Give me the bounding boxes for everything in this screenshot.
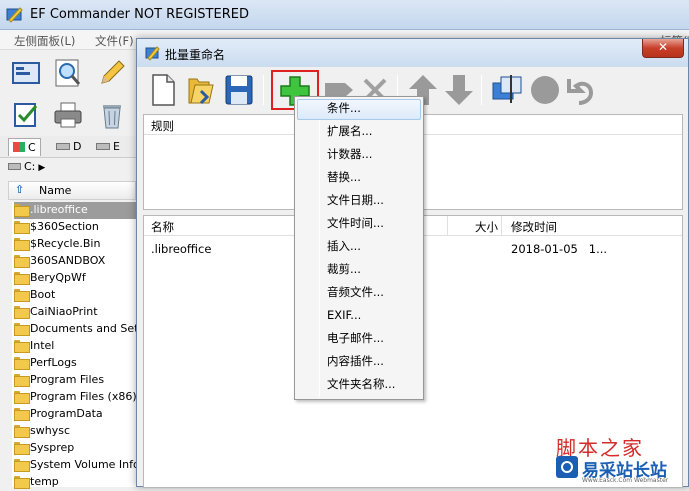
menu-file[interactable]: 文件(F) bbox=[95, 33, 134, 49]
list-item[interactable]: 360SANDBOX bbox=[14, 253, 136, 270]
folder-icon bbox=[14, 357, 30, 370]
drive-icon bbox=[56, 143, 70, 150]
toolbar-separator bbox=[481, 75, 482, 105]
folder-icon bbox=[14, 238, 30, 251]
path-bar[interactable]: C: ▶ bbox=[8, 160, 136, 178]
new-file-icon[interactable] bbox=[145, 71, 181, 109]
checklist-icon[interactable] bbox=[10, 99, 42, 131]
folder-icon bbox=[14, 459, 30, 472]
chevron-right-icon: ▶ bbox=[38, 163, 46, 173]
folder-icon bbox=[14, 408, 30, 421]
list-item[interactable]: Boot bbox=[14, 287, 136, 304]
watermark-url: Www.Easck.Com Webmaster bbox=[582, 477, 669, 484]
col-modified[interactable]: 修改时间 bbox=[511, 219, 557, 235]
folder-icon bbox=[14, 272, 30, 285]
menu-item-folder-name[interactable]: 文件夹名称... bbox=[297, 375, 421, 396]
list-item[interactable]: BeryQpWf bbox=[14, 270, 136, 287]
file-list: .libreoffice $360Section $Recycle.Bin 36… bbox=[12, 202, 136, 489]
drive-tab-d[interactable]: D bbox=[52, 138, 85, 156]
drive-tabs: C D E bbox=[0, 136, 140, 158]
dialog-title-bar: 批量重命名 ✕ bbox=[137, 39, 688, 67]
menu-item-exif[interactable]: EXIF... bbox=[297, 306, 421, 327]
edit-pencil-icon[interactable] bbox=[96, 57, 128, 89]
menu-item-condition[interactable]: 条件... bbox=[297, 99, 421, 120]
open-folder-icon[interactable] bbox=[183, 71, 219, 109]
folder-icon bbox=[14, 391, 30, 404]
folder-icon bbox=[14, 476, 30, 489]
printer-icon[interactable] bbox=[52, 99, 84, 131]
column-divider bbox=[447, 216, 448, 236]
list-item[interactable]: $Recycle.Bin bbox=[14, 236, 136, 253]
col-name[interactable]: 名称 bbox=[151, 219, 174, 235]
folder-icon bbox=[14, 442, 30, 455]
list-item[interactable]: System Volume Information bbox=[14, 457, 136, 474]
list-item[interactable]: $360Section bbox=[14, 219, 136, 236]
list-item[interactable]: Program Files bbox=[14, 372, 136, 389]
menu-item-trim[interactable]: 裁剪... bbox=[297, 260, 421, 281]
app-icon bbox=[6, 7, 23, 23]
folder-icon bbox=[14, 289, 30, 302]
recycle-bin-icon[interactable] bbox=[96, 99, 128, 131]
folder-icon bbox=[14, 204, 30, 217]
row-name: .libreoffice bbox=[151, 242, 212, 256]
row-modified: 2018-01-05 1... bbox=[511, 242, 608, 256]
menu-left-panel[interactable]: 左侧面板(L) bbox=[14, 33, 75, 49]
menu-item-replace[interactable]: 替换... bbox=[297, 168, 421, 189]
drive-tab-e[interactable]: E bbox=[92, 138, 124, 156]
list-item[interactable]: Program Files (x86) bbox=[14, 389, 136, 406]
list-item[interactable]: Documents and Settings bbox=[14, 321, 136, 338]
list-item[interactable]: swhysc bbox=[14, 423, 136, 440]
column-divider bbox=[501, 216, 502, 236]
record-circle-icon[interactable] bbox=[527, 71, 563, 109]
close-button[interactable]: ✕ bbox=[642, 39, 684, 58]
list-item[interactable]: temp bbox=[14, 474, 136, 491]
menu-item-extension[interactable]: 扩展名... bbox=[297, 122, 421, 143]
search-icon[interactable] bbox=[52, 57, 84, 89]
list-item[interactable]: Intel bbox=[14, 338, 136, 355]
folder-icon bbox=[14, 374, 30, 387]
folder-icon bbox=[14, 425, 30, 438]
drive-tab-c[interactable]: C bbox=[8, 138, 41, 156]
folder-icon bbox=[14, 221, 30, 234]
menu-item-audio-file[interactable]: 音频文件... bbox=[297, 283, 421, 304]
undo-icon[interactable] bbox=[563, 71, 599, 109]
toolbar-separator bbox=[263, 75, 264, 105]
list-item[interactable]: Sysprep bbox=[14, 440, 136, 457]
folder-icon bbox=[14, 306, 30, 319]
panel-view-icon[interactable] bbox=[10, 57, 42, 89]
main-title-bar: EF Commander NOT REGISTERED bbox=[0, 0, 689, 30]
rename-pen-icon bbox=[145, 46, 160, 61]
list-item[interactable]: .libreoffice bbox=[14, 202, 136, 219]
menu-item-email[interactable]: 电子邮件... bbox=[297, 329, 421, 350]
watermark-logo-icon bbox=[556, 456, 578, 478]
main-title: EF Commander NOT REGISTERED bbox=[30, 7, 249, 22]
windows-drive-icon bbox=[13, 142, 25, 152]
folder-icon bbox=[14, 255, 30, 268]
folder-shortcut-icon bbox=[14, 323, 30, 336]
menu-item-content-plugin[interactable]: 内容插件... bbox=[297, 352, 421, 373]
col-size[interactable]: 大小 bbox=[475, 219, 498, 235]
add-rule-menu: 条件... 扩展名... 计数器... 替换... 文件日期... 文件时间..… bbox=[294, 96, 424, 400]
menu-item-file-time[interactable]: 文件时间... bbox=[297, 214, 421, 235]
list-item[interactable]: ProgramData bbox=[14, 406, 136, 423]
drive-icon bbox=[96, 143, 110, 150]
preview-icon[interactable] bbox=[489, 71, 525, 109]
menu-item-counter[interactable]: 计数器... bbox=[297, 145, 421, 166]
up-arrow-icon[interactable]: ⇧ bbox=[15, 183, 24, 196]
drive-icon bbox=[8, 163, 21, 170]
list-item[interactable]: PerfLogs bbox=[14, 355, 136, 372]
list-item[interactable]: CaiNiaoPrint bbox=[14, 304, 136, 321]
dialog-title: 批量重命名 bbox=[165, 48, 226, 62]
name-column-header[interactable]: ⇧ Name bbox=[8, 181, 136, 200]
menu-item-file-date[interactable]: 文件日期... bbox=[297, 191, 421, 212]
move-down-arrow-icon[interactable] bbox=[441, 71, 477, 109]
folder-icon bbox=[14, 340, 30, 353]
menu-item-insert[interactable]: 插入... bbox=[297, 237, 421, 258]
save-disk-icon[interactable] bbox=[221, 71, 257, 109]
